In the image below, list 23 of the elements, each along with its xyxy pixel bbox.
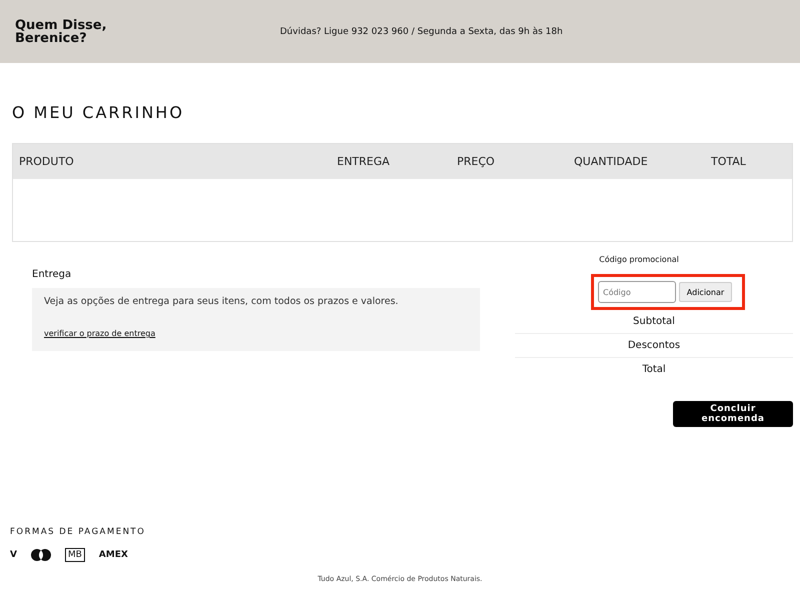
- card-circles-icon: [30, 549, 51, 561]
- column-header: ENTREGA: [337, 155, 391, 168]
- summary-label: Total: [642, 364, 666, 375]
- checkout-button[interactable]: Concluir encomenda: [673, 401, 793, 427]
- page-title: O MEU CARRINHO: [12, 103, 186, 123]
- payment-title: FORMAS DE PAGAMENTO: [10, 527, 146, 537]
- payment-logo: AMEX: [98, 550, 128, 560]
- payment-logo: MB: [64, 548, 85, 562]
- delivery-text: Veja as opções de entrega para seus itens, com todos os prazos e valores.: [44, 296, 400, 307]
- promo-label: Código promocional: [598, 255, 680, 264]
- logo[interactable]: Quem Disse, Berenice?: [15, 18, 280, 44]
- delivery-link[interactable]: verificar o prazo de entrega: [44, 329, 156, 338]
- payment-logo: V: [10, 550, 17, 560]
- summary-label: Descontos: [628, 340, 680, 351]
- summary-label: Subtotal: [633, 316, 675, 327]
- promo-code-field[interactable]: Código: [598, 281, 676, 303]
- contact-info: Dúvidas? Ligue 932 023 960 / Segunda a Sexta, das 9h às 18h: [280, 26, 563, 36]
- column-header: TOTAL: [711, 155, 747, 168]
- column-header: PREÇO: [457, 155, 496, 168]
- column-header: QUANTIDADE: [574, 155, 649, 168]
- section-title: Entrega: [32, 269, 72, 280]
- column-header: PRODUTO: [18, 155, 75, 168]
- add-button[interactable]: Adicionar: [679, 282, 732, 302]
